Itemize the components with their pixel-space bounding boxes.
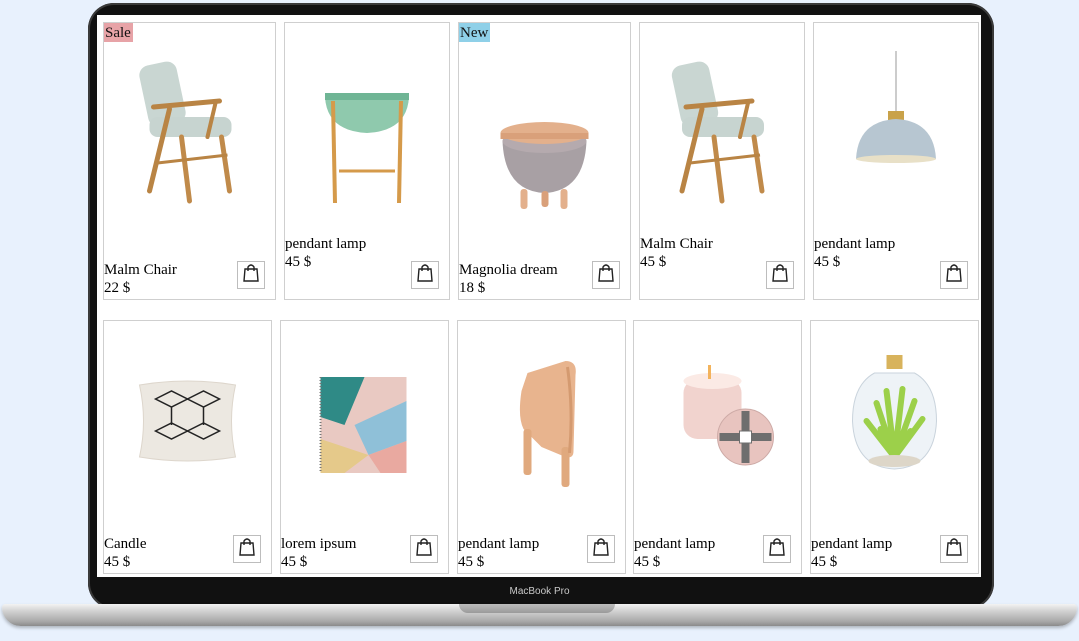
product-image: [104, 41, 275, 231]
product-card[interactable]: lorem ipsum 45 $: [280, 320, 449, 574]
product-card[interactable]: Candle 45 $: [103, 320, 272, 574]
product-name: Magnolia dream: [459, 262, 558, 278]
product-price: 45 $: [814, 254, 841, 270]
product-image: [459, 41, 630, 231]
shopping-bag-icon: [771, 263, 789, 288]
sale-badge: Sale: [104, 23, 133, 42]
product-name: pendant lamp: [634, 536, 716, 552]
new-badge: New: [459, 23, 491, 42]
shopping-bag-icon: [415, 537, 433, 562]
product-card[interactable]: pendant lamp 45 $: [810, 320, 979, 574]
product-price: 45 $: [458, 554, 485, 570]
product-card[interactable]: pendant lamp 45 $: [284, 22, 450, 300]
product-name: pendant lamp: [285, 236, 367, 252]
add-to-cart-button[interactable]: [940, 261, 968, 289]
product-price: 45 $: [811, 554, 838, 570]
shopping-bag-icon: [238, 537, 256, 562]
product-image: [104, 321, 271, 521]
product-image: [458, 321, 625, 521]
product-image: [640, 41, 804, 231]
product-card[interactable]: pendant lamp 45 $: [457, 320, 626, 574]
add-to-cart-button[interactable]: [940, 535, 968, 563]
device-label: MacBook Pro: [509, 586, 570, 597]
product-name: Candle: [104, 536, 147, 552]
product-card[interactable]: pendant lamp 45 $: [633, 320, 802, 574]
add-to-cart-button[interactable]: [766, 261, 794, 289]
product-card[interactable]: Malm Chair 45 $: [639, 22, 805, 300]
product-price: 45 $: [285, 254, 312, 270]
product-price: 45 $: [634, 554, 661, 570]
add-to-cart-button[interactable]: [410, 535, 438, 563]
add-to-cart-button[interactable]: [763, 535, 791, 563]
shopping-bag-icon: [597, 263, 615, 288]
shopping-bag-icon: [768, 537, 786, 562]
shopping-bag-icon: [416, 263, 434, 288]
product-name: Malm Chair: [104, 262, 177, 278]
product-price: 18 $: [459, 280, 486, 296]
laptop-notch: [459, 604, 615, 613]
add-to-cart-button[interactable]: [411, 261, 439, 289]
product-name: lorem ipsum: [281, 536, 357, 552]
product-name: pendant lamp: [458, 536, 540, 552]
product-image: [634, 321, 801, 521]
product-card[interactable]: New Magnolia dream 18 $: [458, 22, 631, 300]
product-image: [285, 41, 449, 231]
product-name: pendant lamp: [814, 236, 896, 252]
product-image: [811, 321, 978, 521]
product-price: 45 $: [281, 554, 308, 570]
product-card[interactable]: Sale Malm Chair 22 $: [103, 22, 276, 300]
add-to-cart-button[interactable]: [587, 535, 615, 563]
shopping-bag-icon: [945, 537, 963, 562]
product-image: [814, 41, 978, 231]
product-name: Malm Chair: [640, 236, 713, 252]
add-to-cart-button[interactable]: [592, 261, 620, 289]
shopping-bag-icon: [592, 537, 610, 562]
add-to-cart-button[interactable]: [237, 261, 265, 289]
shopping-bag-icon: [242, 263, 260, 288]
add-to-cart-button[interactable]: [233, 535, 261, 563]
shopping-bag-icon: [945, 263, 963, 288]
product-card[interactable]: pendant lamp 45 $: [813, 22, 979, 300]
product-price: 45 $: [640, 254, 667, 270]
product-price: 45 $: [104, 554, 131, 570]
product-image: [281, 321, 448, 521]
laptop-screen: Sale Malm Chair 22 $ pendant lamp 45 $ New…: [97, 15, 981, 577]
product-name: pendant lamp: [811, 536, 893, 552]
product-price: 22 $: [104, 280, 131, 296]
